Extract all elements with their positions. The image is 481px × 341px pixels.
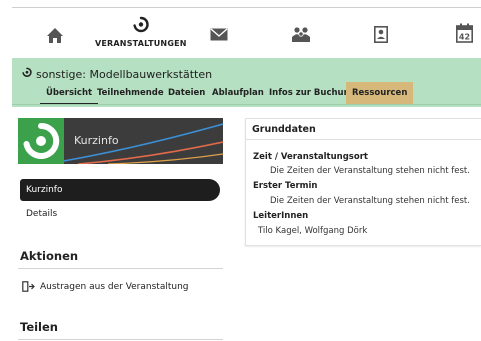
- field-value-erster-termin: Die Zeiten der Veranstaltung stehen nich…: [270, 196, 470, 206]
- course-title: sonstige: Modellbauwerkstätten: [36, 68, 213, 81]
- kurzinfo-banner: Kurzinfo: [18, 118, 223, 164]
- veranstaltung-icon: [22, 67, 32, 77]
- share-divider: [18, 339, 223, 340]
- tab-uebersicht[interactable]: Übersicht: [40, 82, 99, 105]
- nav-veranstaltungen-label: VERANSTALTUNGEN: [95, 39, 187, 48]
- nav-profile[interactable]: [374, 26, 388, 43]
- actions-divider: [18, 268, 223, 269]
- nav-community[interactable]: [291, 26, 311, 43]
- home-icon: [47, 28, 63, 43]
- tab-dateien[interactable]: Dateien: [162, 82, 211, 105]
- field-label-zeit: Zeit / Veranstaltungsort: [253, 152, 368, 162]
- nav-mail[interactable]: [210, 28, 228, 41]
- kurzinfo-banner-label: Kurzinfo: [74, 134, 119, 147]
- tab-ablaufplan[interactable]: Ablaufplan: [206, 82, 270, 105]
- leave-course-label: Austragen aus der Veranstaltung: [40, 281, 189, 292]
- leave-course-action[interactable]: Austragen aus der Veranstaltung: [22, 281, 189, 292]
- top-divider: [12, 7, 481, 8]
- sidebar-item-details[interactable]: Details: [26, 209, 57, 219]
- sidebar-item-kurzinfo[interactable]: Kurzinfo: [20, 179, 220, 201]
- mail-icon: [210, 28, 228, 41]
- field-value-leiterinnen: Tilo Kagel, Wolfgang Dörk: [258, 226, 368, 236]
- grunddaten-title: Grunddaten: [252, 124, 316, 135]
- nav-veranstaltungen[interactable]: VERANSTALTUNGEN: [95, 15, 187, 48]
- field-label-erster-termin: Erster Termin: [253, 181, 318, 191]
- community-icon: [292, 27, 310, 42]
- actions-heading: Aktionen: [20, 249, 79, 263]
- profile-icon: [374, 26, 388, 43]
- field-value-zeit: Die Zeiten der Veranstaltung stehen nich…: [270, 166, 470, 176]
- share-heading: Teilen: [20, 320, 58, 334]
- tab-ressourcen[interactable]: Ressourcen: [346, 82, 413, 105]
- nav-home[interactable]: [46, 27, 64, 44]
- calendar-icon: 42: [456, 23, 473, 43]
- veranstaltung-badge-icon: [23, 122, 60, 159]
- tab-teilnehmende[interactable]: Teilnehmende: [91, 82, 170, 105]
- nav-calendar[interactable]: 42: [456, 23, 473, 43]
- kurzinfo-badge: [18, 118, 64, 164]
- veranstaltungen-icon: [133, 16, 149, 33]
- field-label-leiterinnen: LeiterInnen: [253, 211, 309, 221]
- tabs-underline: [12, 104, 481, 105]
- leave-icon: [22, 281, 35, 292]
- calendar-day-text: 42: [459, 33, 470, 42]
